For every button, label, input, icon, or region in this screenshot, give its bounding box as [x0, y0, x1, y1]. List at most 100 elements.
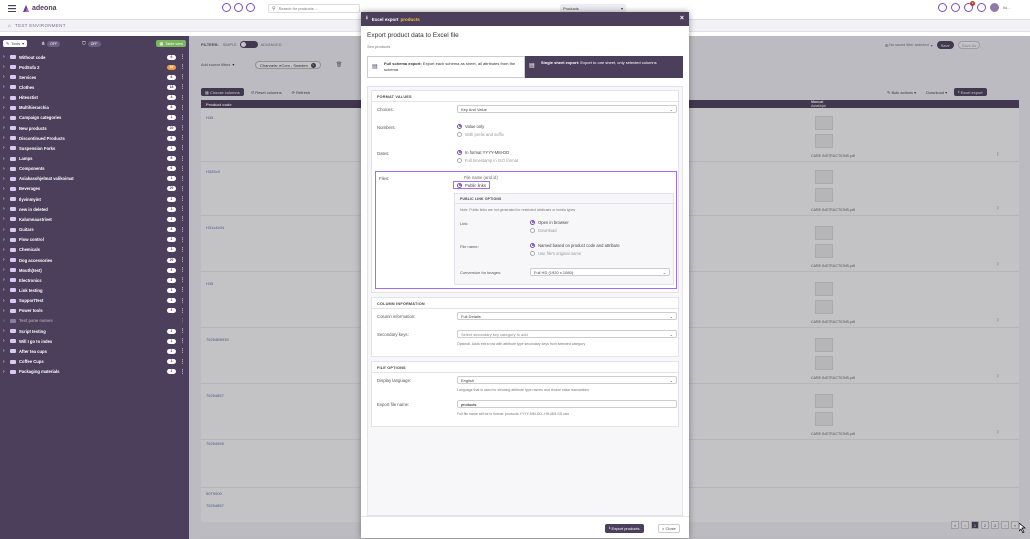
more-options-icon[interactable]: ⋮: [180, 348, 185, 354]
conversion-select[interactable]: Full HD (1920 x 1080) ⌄: [530, 268, 670, 276]
logo[interactable]: adeona: [22, 4, 57, 13]
choices-select[interactable]: Key And Value ⌄: [457, 105, 677, 113]
more-options-icon[interactable]: ⋮: [180, 227, 185, 233]
numbers-option-value-only[interactable]: Value only: [457, 123, 484, 129]
link-option-download[interactable]: Download: [530, 227, 557, 233]
display-language-select[interactable]: English ⌄: [457, 376, 677, 384]
sidebar-item[interactable]: › Multihierarchia 8 ⋮: [0, 103, 189, 113]
more-options-icon[interactable]: ⋮: [180, 176, 185, 182]
more-options-icon[interactable]: ⋮: [180, 359, 185, 365]
chevron-right-icon[interactable]: ›: [3, 287, 8, 293]
more-options-icon[interactable]: ⋮: [180, 257, 185, 263]
export-file-name-input[interactable]: [457, 400, 677, 408]
more-options-icon[interactable]: ⋮: [180, 54, 185, 60]
dates-option-iso[interactable]: Full timestamp in ISO format: [457, 157, 518, 163]
chevron-right-icon[interactable]: ›: [3, 125, 8, 131]
more-options-icon[interactable]: ⋮: [180, 84, 185, 90]
chevron-right-icon[interactable]: ›: [3, 348, 8, 354]
chevron-right-icon[interactable]: ›: [3, 308, 8, 314]
sidebar-item[interactable]: › Flow control 1 ⋮: [0, 235, 189, 245]
hierarchy-toggle[interactable]: ⋔ OFF: [41, 40, 60, 47]
sidebar-item[interactable]: › Packaging materials 1 ⋮: [0, 367, 189, 377]
chevron-right-icon[interactable]: ›: [3, 267, 8, 273]
export-products-button[interactable]: ⭳ Export products: [605, 524, 644, 533]
more-options-icon[interactable]: ⋮: [180, 135, 185, 141]
sidebar-item[interactable]: › Services 6 ⋮: [0, 72, 189, 82]
chevron-right-icon[interactable]: ›: [3, 257, 8, 263]
chevron-right-icon[interactable]: ›: [3, 64, 8, 70]
more-options-icon[interactable]: ⋮: [180, 115, 185, 121]
chevron-right-icon[interactable]: ›: [3, 237, 8, 243]
more-options-icon[interactable]: ⋮: [180, 308, 185, 314]
column-info-select[interactable]: Full Details ⌄: [457, 312, 677, 320]
sidebar-item[interactable]: › Dog accessories 20 ⋮: [0, 255, 189, 265]
more-options-icon[interactable]: ⋮: [180, 95, 185, 101]
sidebar-item[interactable]: › After tea cups 1 ⋮: [0, 346, 189, 356]
numbers-option-prefix-suffix[interactable]: With prefix and suffix: [457, 131, 504, 137]
sidebar-item[interactable]: › Kalumnaustrivet 1 ⋮: [0, 214, 189, 224]
sidebar-item[interactable]: › Components 6 ⋮: [0, 164, 189, 174]
filter-toggle[interactable]: ⛉ OFF: [82, 40, 101, 47]
menu-icon[interactable]: [8, 5, 16, 13]
sidebar-item[interactable]: › Electronics 1 ⋮: [0, 275, 189, 285]
more-options-icon[interactable]: ⋮: [180, 298, 185, 304]
history-icon[interactable]: [222, 3, 231, 12]
sidebar-item[interactable]: › Will I go to index 1 ⋮: [0, 336, 189, 346]
more-options-icon[interactable]: ⋮: [180, 74, 185, 80]
more-options-icon[interactable]: ⋮: [180, 237, 185, 243]
more-options-icon[interactable]: ⋮: [180, 338, 185, 344]
chevron-right-icon[interactable]: ›: [3, 135, 8, 141]
dialog-scroll-body[interactable]: FORMAT VALUES Choices: Key And Value ⌄ Nu…: [367, 86, 683, 516]
more-options-icon[interactable]: ⋮: [180, 125, 185, 131]
chevron-right-icon[interactable]: ›: [3, 196, 8, 202]
search-box[interactable]: ⚲: [268, 4, 360, 13]
chevron-right-icon[interactable]: ›: [3, 176, 8, 182]
sidebar-item[interactable]: › Ilyvinmyint 1 ⋮: [0, 194, 189, 204]
close-icon[interactable]: ×: [680, 15, 684, 22]
settings-icon[interactable]: [977, 3, 986, 12]
files-option-public-links[interactable]: Public links: [453, 181, 490, 189]
chevron-right-icon[interactable]: ›: [3, 115, 8, 121]
more-options-icon[interactable]: ⋮: [180, 287, 185, 293]
tools-dropdown[interactable]: ✎ Tools ▾: [3, 40, 27, 47]
bell-icon[interactable]: 2: [964, 1, 975, 12]
more-options-icon[interactable]: ⋮: [180, 105, 185, 111]
chevron-right-icon[interactable]: ›: [3, 328, 8, 334]
sidebar-item[interactable]: › Clothes 18 ⋮: [0, 82, 189, 92]
chevron-right-icon[interactable]: ›: [3, 359, 8, 365]
sidebar-item[interactable]: › Campaign categories 1 ⋮: [0, 113, 189, 123]
more-options-icon[interactable]: ⋮: [180, 369, 185, 375]
sidebar-item[interactable]: › Power tools 1 ⋮: [0, 306, 189, 316]
sidebar-item[interactable]: › Without code 6 ⋮: [0, 52, 189, 62]
more-options-icon[interactable]: ⋮: [180, 206, 185, 212]
sidebar-item[interactable]: › Lamps 8 ⋮: [0, 154, 189, 164]
more-options-icon[interactable]: ⋮: [180, 267, 185, 273]
more-options-icon[interactable]: ⋮: [180, 216, 185, 222]
tab-single-sheet-export[interactable]: ▤ Single sheet export: Export to one she…: [525, 56, 683, 78]
sidebar-item[interactable]: › Script testing 1 ⋮: [0, 326, 189, 336]
sidebar-item[interactable]: › Suspension Forks 1 ⋮: [0, 143, 189, 153]
avatar[interactable]: [990, 3, 999, 12]
chevron-right-icon[interactable]: ›: [3, 298, 8, 304]
sidebar-item[interactable]: › Hitesstist 4 ⋮: [0, 93, 189, 103]
more-options-icon[interactable]: ⋮: [180, 145, 185, 151]
close-button[interactable]: × Close: [658, 524, 680, 533]
chevron-right-icon[interactable]: ›: [3, 227, 8, 233]
clock-icon[interactable]: [951, 3, 960, 12]
more-options-icon[interactable]: ⋮: [180, 196, 185, 202]
more-options-icon[interactable]: ⋮: [180, 186, 185, 192]
bookmark-icon[interactable]: [246, 3, 255, 12]
chevron-right-icon[interactable]: ›: [3, 338, 8, 344]
secondary-keys-select[interactable]: Select secondary key category to add ⌄: [457, 330, 677, 338]
chevron-right-icon[interactable]: ›: [3, 277, 8, 283]
files-option-filename[interactable]: File name (and id): [456, 174, 498, 180]
search-input[interactable]: [278, 6, 354, 11]
sidebar-item[interactable]: › Coffee Cups 1 ⋮: [0, 357, 189, 367]
link-option-open-browser[interactable]: Open in browser: [530, 219, 569, 225]
filename-option-original[interactable]: Use file's original name: [530, 250, 581, 256]
sidebar-item[interactable]: › new in deleted 1 ⋮: [0, 204, 189, 214]
more-options-icon[interactable]: ⋮: [180, 247, 185, 253]
sidebar-item[interactable]: › Mouth(test) 1 ⋮: [0, 265, 189, 275]
more-options-icon[interactable]: ⋮: [180, 328, 185, 334]
sidebar-item[interactable]: › Link testing 1 ⋮: [0, 285, 189, 295]
